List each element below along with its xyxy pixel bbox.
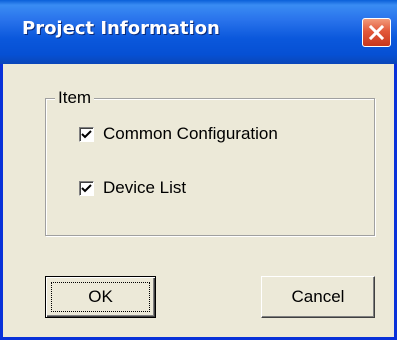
cancel-button[interactable]: Cancel <box>261 276 375 318</box>
dialog-title: Project Information <box>22 18 220 39</box>
title-bar[interactable]: Project Information <box>0 0 397 64</box>
item-groupbox <box>45 98 375 236</box>
project-information-dialog: Project Information Item Common Configur… <box>0 0 397 340</box>
item-group-label: Item <box>55 88 95 108</box>
device-list-option[interactable]: Device List <box>79 178 186 198</box>
focus-rectangle <box>51 282 150 312</box>
cancel-button-label: Cancel <box>291 287 345 306</box>
common-configuration-option[interactable]: Common Configuration <box>79 124 278 144</box>
device-list-checkbox[interactable] <box>79 180 94 196</box>
common-configuration-checkbox[interactable] <box>79 126 94 142</box>
close-icon <box>368 24 385 41</box>
ok-button[interactable]: OK <box>45 276 156 318</box>
device-list-label: Device List <box>103 178 187 197</box>
close-button[interactable] <box>362 18 391 47</box>
checkmark-icon <box>81 129 92 138</box>
checkmark-icon <box>81 183 92 192</box>
common-configuration-label: Common Configuration <box>103 124 278 143</box>
